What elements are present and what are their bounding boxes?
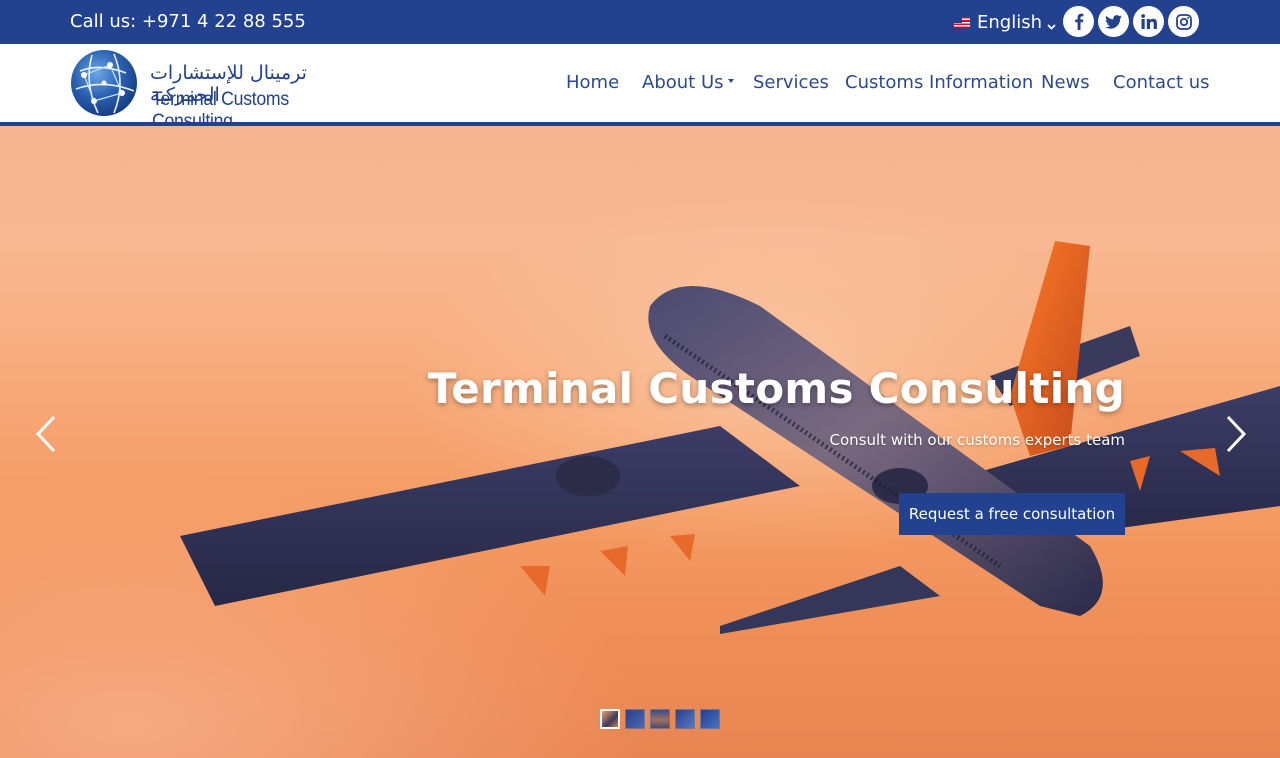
twitter-icon [1105,14,1122,29]
nav-services[interactable]: Services [753,72,829,93]
request-consultation-button[interactable]: Request a free consultation [899,493,1125,535]
nav-customs-information[interactable]: Customs Information [845,72,1033,93]
slide-thumb-3[interactable] [650,709,670,729]
nav-about-us[interactable]: About Us [642,72,734,93]
hero-subtitle: Consult with our customs experts team [829,431,1125,449]
caret-down-icon [727,79,734,83]
chevron-down-icon [1047,18,1056,30]
linkedin-icon [1140,14,1157,29]
slide-thumb-2[interactable] [625,709,645,729]
slide-thumb-4[interactable] [675,709,695,729]
site-logo[interactable]: ترمينال للإستشارات الجمركية Terminal Cus… [70,48,370,132]
nav-contact-us[interactable]: Contact us [1113,72,1210,93]
hero-title: Terminal Customs Consulting [427,364,1125,413]
facebook-icon [1074,13,1083,30]
chevron-right-icon [1226,415,1247,453]
slider-next-button[interactable] [1224,414,1248,454]
slide-thumb-1[interactable] [600,709,620,729]
hero-slider: Terminal Customs Consulting Consult with… [0,126,1280,758]
linkedin-link[interactable] [1133,6,1164,37]
instagram-link[interactable] [1168,6,1199,37]
chevron-left-icon [35,415,56,453]
nav-home[interactable]: Home [566,72,619,93]
instagram-icon [1175,13,1192,30]
slider-prev-button[interactable] [34,414,58,454]
facebook-link[interactable] [1063,6,1094,37]
nav-about-us-label: About Us [642,72,724,93]
twitter-link[interactable] [1098,6,1129,37]
uk-flag-icon [954,16,970,28]
top-bar: Call us: +971 4 22 88 555 English [0,0,1280,44]
slider-thumbnails [600,709,725,729]
language-label: English [977,11,1042,33]
nav-news[interactable]: News [1041,72,1090,93]
slide-thumb-5[interactable] [700,709,720,729]
phone-number[interactable]: Call us: +971 4 22 88 555 [70,11,306,32]
globe-logo-icon [71,50,137,116]
language-selector[interactable]: English [954,11,1056,33]
